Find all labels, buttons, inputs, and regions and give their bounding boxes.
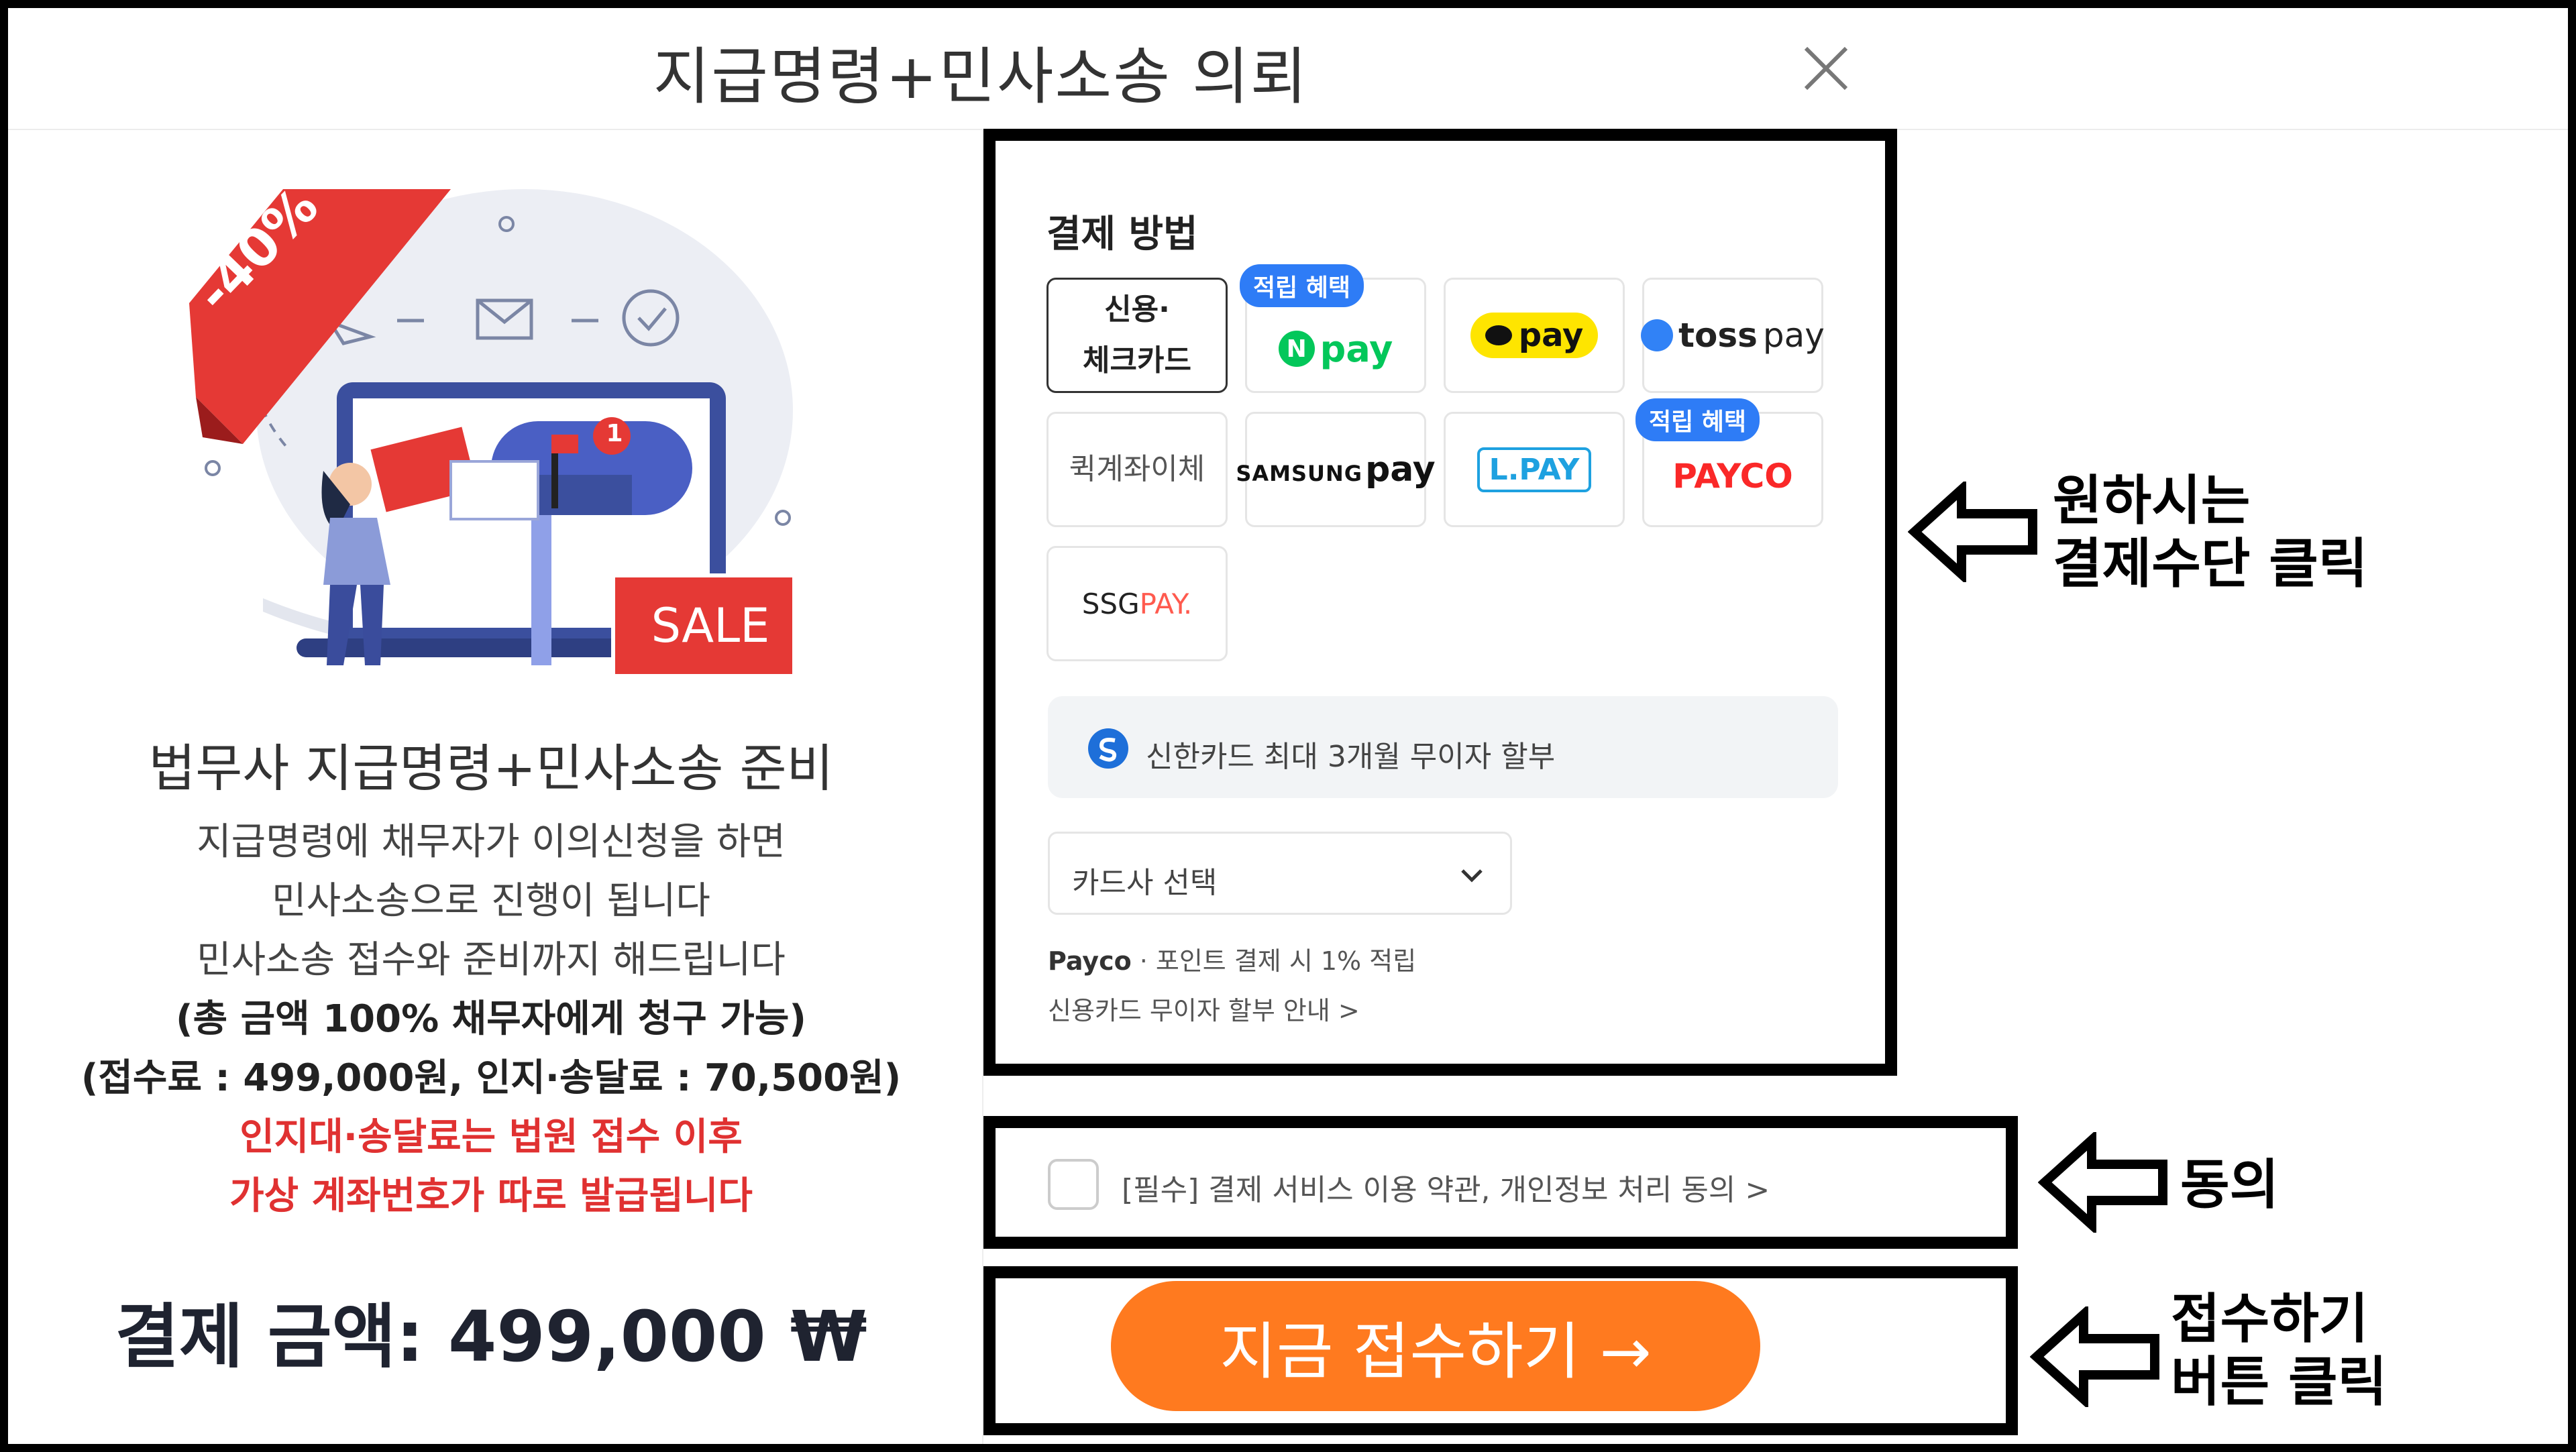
submit-annotation-line2: 버튼 클릭	[2171, 1351, 2387, 1413]
shinhan-card-icon	[1087, 727, 1130, 770]
toss-icon	[1641, 319, 1674, 351]
agree-annotation: 동의	[2180, 1154, 2279, 1216]
method-quick-transfer[interactable]: 퀵계좌이체	[1046, 412, 1228, 527]
kakaopay-logo: pay	[1470, 313, 1599, 358]
npay-logo-text: pay	[1320, 327, 1393, 370]
samsungpay-logo: SAMSUNG pay	[1236, 449, 1435, 490]
method-credit-card-line2: 체크카드	[1083, 343, 1191, 378]
samsungpay-logo-a: SAMSUNG	[1236, 461, 1363, 486]
left-arrow-icon	[1907, 479, 2042, 585]
left-arrow-icon	[2029, 1304, 2164, 1410]
payco-note-label: Payco	[1048, 946, 1132, 976]
payco-note-text: · 포인트 결제 시 1% 적립	[1139, 946, 1417, 976]
method-credit-card-line1: 신용·	[1104, 292, 1170, 327]
quick-transfer-label: 퀵계좌이체	[1069, 452, 1205, 486]
payment-annotation: 원하시는 결제수단 클릭	[2053, 469, 2367, 596]
method-tosspay[interactable]: toss pay	[1641, 278, 1825, 393]
payment-section-title: 결제 방법	[1046, 213, 1198, 256]
payment-annotation-line2: 결제수단 클릭	[2053, 533, 2368, 595]
service-bold-line-2: (접수료 : 499,000원, 인지·송달료 : 70,500원)	[80, 1056, 902, 1100]
ssgpay-logo-a: SSG	[1081, 587, 1140, 620]
method-samsungpay[interactable]: SAMSUNG pay	[1236, 412, 1436, 527]
service-line-2: 민사소송으로 진행이 됩니다	[272, 879, 710, 923]
service-line-1: 지급명령에 채무자가 이의신청을 하면	[197, 820, 786, 864]
notification-badge: 1	[606, 420, 623, 447]
card-company-select-value: 카드사 선택	[1072, 866, 1218, 900]
service-heading: 법무사 지급명령+민사소송 준비	[148, 738, 834, 798]
submit-annotation-line1: 접수하기	[2171, 1288, 2369, 1350]
tosspay-logo-a: toss	[1678, 316, 1758, 355]
kakaopay-logo-text: pay	[1518, 317, 1584, 354]
service-line-3: 민사소송 접수와 준비까지 해드립니다	[197, 938, 786, 982]
terms-agree-checkbox[interactable]	[1048, 1159, 1099, 1210]
chevron-down-icon	[1458, 862, 1485, 889]
ssgpay-logo: SSG PAY.	[1082, 588, 1192, 620]
naver-icon: N	[1278, 331, 1315, 367]
tosspay-logo: toss pay	[1641, 316, 1825, 355]
modal-title: 지급명령+민사소송 의뢰	[653, 41, 1309, 113]
service-red-line-2: 가상 계좌번호가 따로 발급됩니다	[229, 1174, 753, 1218]
submit-annotation: 접수하기 버튼 클릭	[2171, 1288, 2387, 1414]
service-red-line-1: 인지대·송달료는 법원 접수 이후	[239, 1115, 743, 1159]
modal: 지급명령+민사소송 의뢰 -40% SALE 1 법무사 지급명령+민사소송 준…	[8, 8, 2568, 1444]
samsungpay-logo-b: pay	[1365, 449, 1436, 490]
method-credit-card[interactable]: 신용· 체크카드	[1046, 278, 1228, 393]
close-icon[interactable]	[1799, 42, 1853, 95]
method-kakaopay[interactable]: pay	[1444, 278, 1625, 393]
payco-point-note: Payco · 포인트 결제 시 1% 적립	[1048, 940, 1416, 977]
left-arrow-icon	[2037, 1129, 2172, 1235]
method-ssgpay[interactable]: SSG PAY.	[1046, 546, 1228, 661]
speech-bubble-icon	[1485, 325, 1512, 345]
method-lpay[interactable]: L.PAY	[1444, 412, 1625, 527]
payco-logo: PAYCO	[1672, 457, 1793, 496]
reward-badge-npay: 적립 혜택	[1240, 264, 1364, 307]
terms-agree-link[interactable]: [필수] 결제 서비스 이용 약관, 개인정보 처리 동의 >	[1122, 1166, 1770, 1209]
npay-logo: N pay	[1278, 327, 1393, 370]
payment-annotation-line1: 원하시는	[2053, 469, 2251, 532]
sale-sign-text: SALE	[651, 598, 770, 653]
lpay-logo: L.PAY	[1477, 447, 1592, 492]
reward-badge-payco: 적립 혜택	[1635, 398, 1760, 441]
payment-amount: 결제 금액: 499,000 ₩	[115, 1296, 867, 1378]
ssgpay-logo-b: PAY.	[1139, 587, 1193, 620]
installment-guide-link[interactable]: 신용카드 무이자 할부 안내 >	[1048, 990, 1360, 1027]
shinhan-notice-text: 신한카드 최대 3개월 무이자 할부	[1146, 740, 1556, 774]
service-bold-line-1: (총 금액 100% 채무자에게 청구 가능)	[176, 997, 806, 1041]
submit-button[interactable]: 지금 접수하기 →	[1111, 1281, 1760, 1411]
tosspay-logo-b: pay	[1762, 316, 1825, 355]
